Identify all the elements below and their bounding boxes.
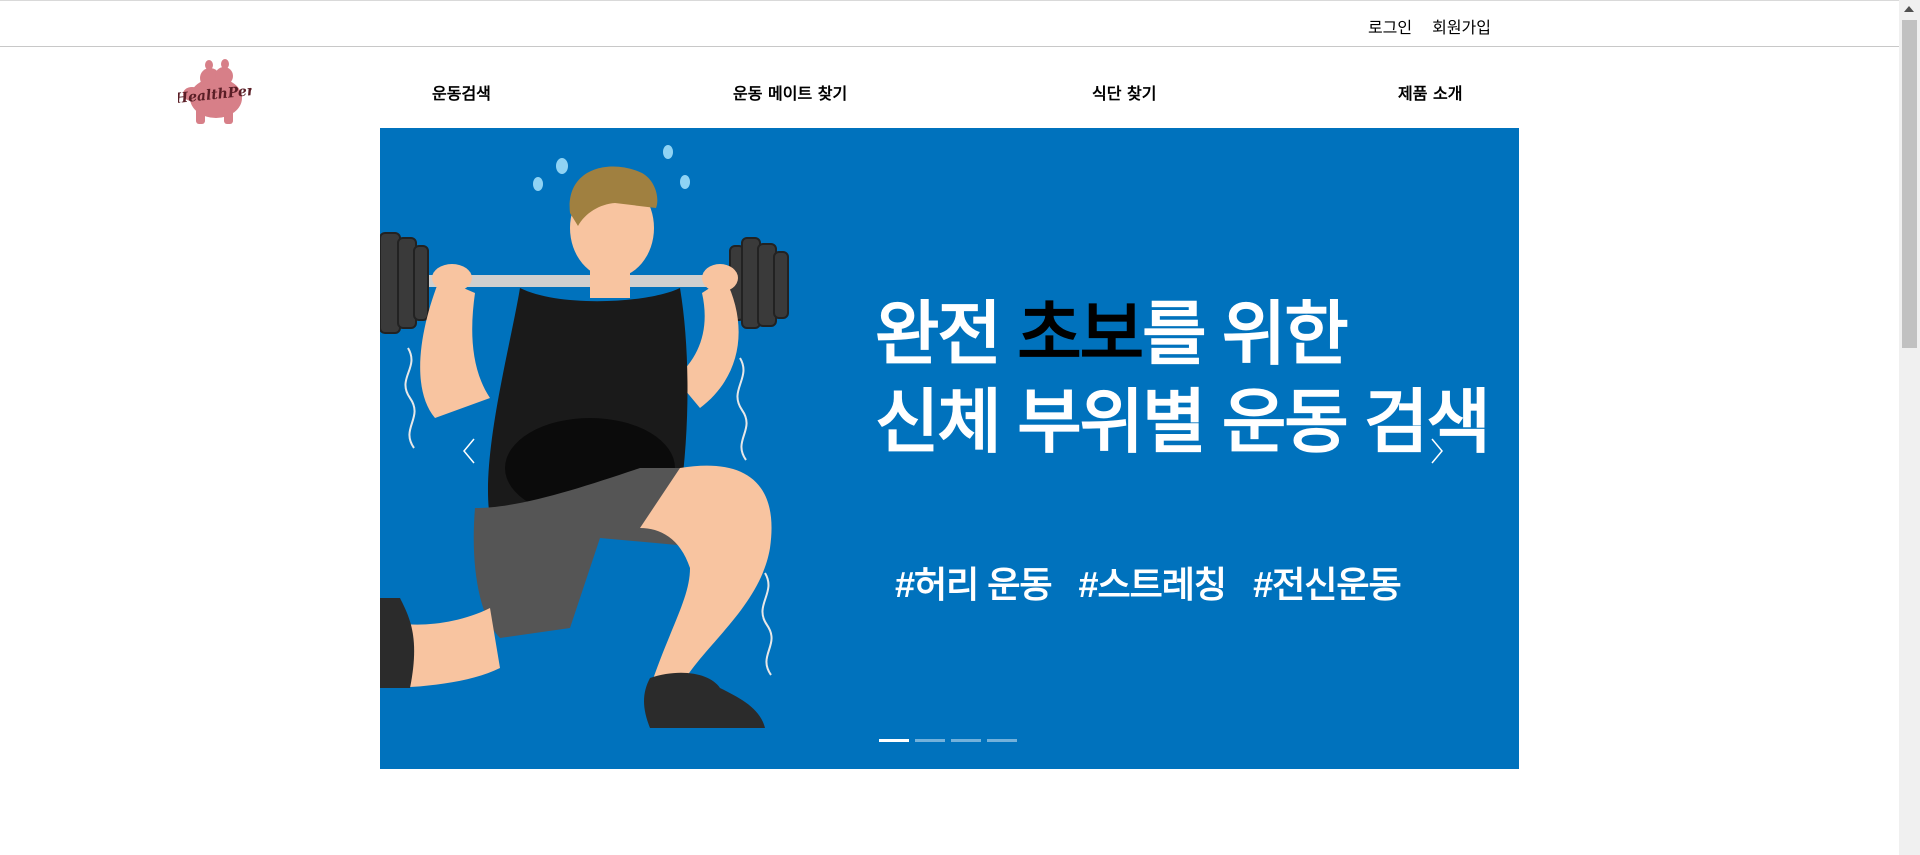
slider-prev-button[interactable] bbox=[456, 433, 482, 469]
tag-fullbody: #전신운동 bbox=[1253, 564, 1402, 605]
slider-dot[interactable] bbox=[915, 739, 945, 742]
slider-dot[interactable] bbox=[879, 739, 909, 742]
nav-item-products[interactable]: 제품 소개 bbox=[1398, 80, 1462, 104]
nav-item-exercise-search[interactable]: 운동검색 bbox=[432, 80, 491, 104]
nav-label[interactable]: 운동 메이트 찾기 bbox=[733, 84, 847, 103]
scroll-thumb[interactable] bbox=[1902, 20, 1917, 348]
nav-label[interactable]: 식단 찾기 bbox=[1092, 84, 1156, 103]
signup-link[interactable]: 회원가입 bbox=[1432, 14, 1491, 38]
top-bar: 로그인 회원가입 bbox=[0, 0, 1899, 47]
nav-label[interactable]: 제품 소개 bbox=[1398, 84, 1462, 103]
headline-highlight: 초보 bbox=[1017, 295, 1144, 373]
headline-line-1: 완전 초보를 위한 bbox=[875, 295, 1349, 373]
chevron-right-icon bbox=[1431, 438, 1443, 464]
banner-headline: 완전 초보를 위한 신체 부위별 운동 검색 bbox=[875, 290, 1491, 466]
banner-tags: #허리 운동 #스트레칭 #전신운동 bbox=[895, 556, 1419, 608]
login-link[interactable]: 로그인 bbox=[1368, 14, 1412, 38]
nav-item-diet[interactable]: 식단 찾기 bbox=[1092, 80, 1156, 104]
slider-dot[interactable] bbox=[987, 739, 1017, 742]
headline-line-2: 신체 부위별 운동 검색 bbox=[875, 383, 1491, 461]
slider-dot[interactable] bbox=[951, 739, 981, 742]
nav-item-exercise-mate[interactable]: 운동 메이트 찾기 bbox=[733, 80, 847, 104]
tag-waist: #허리 운동 bbox=[895, 564, 1053, 605]
hippo-logo-icon: HealthPer bbox=[173, 59, 257, 124]
vertical-scrollbar[interactable] bbox=[1899, 0, 1920, 855]
hero-banner[interactable]: 완전 초보를 위한 신체 부위별 운동 검색 #허리 운동 #스트레칭 #전신운… bbox=[380, 128, 1519, 769]
chevron-left-icon bbox=[463, 438, 475, 464]
slider-next-button[interactable] bbox=[1424, 433, 1450, 469]
auth-links: 로그인 회원가입 bbox=[1368, 14, 1491, 38]
tag-stretching: #스트레칭 bbox=[1078, 564, 1228, 605]
weightlifter-illustration bbox=[380, 145, 789, 728]
nav-label[interactable]: 운동검색 bbox=[432, 84, 491, 103]
scroll-up-arrow-icon[interactable] bbox=[1904, 6, 1914, 12]
slider-pagination bbox=[879, 739, 1017, 742]
site-logo[interactable]: HealthPer bbox=[173, 58, 257, 128]
